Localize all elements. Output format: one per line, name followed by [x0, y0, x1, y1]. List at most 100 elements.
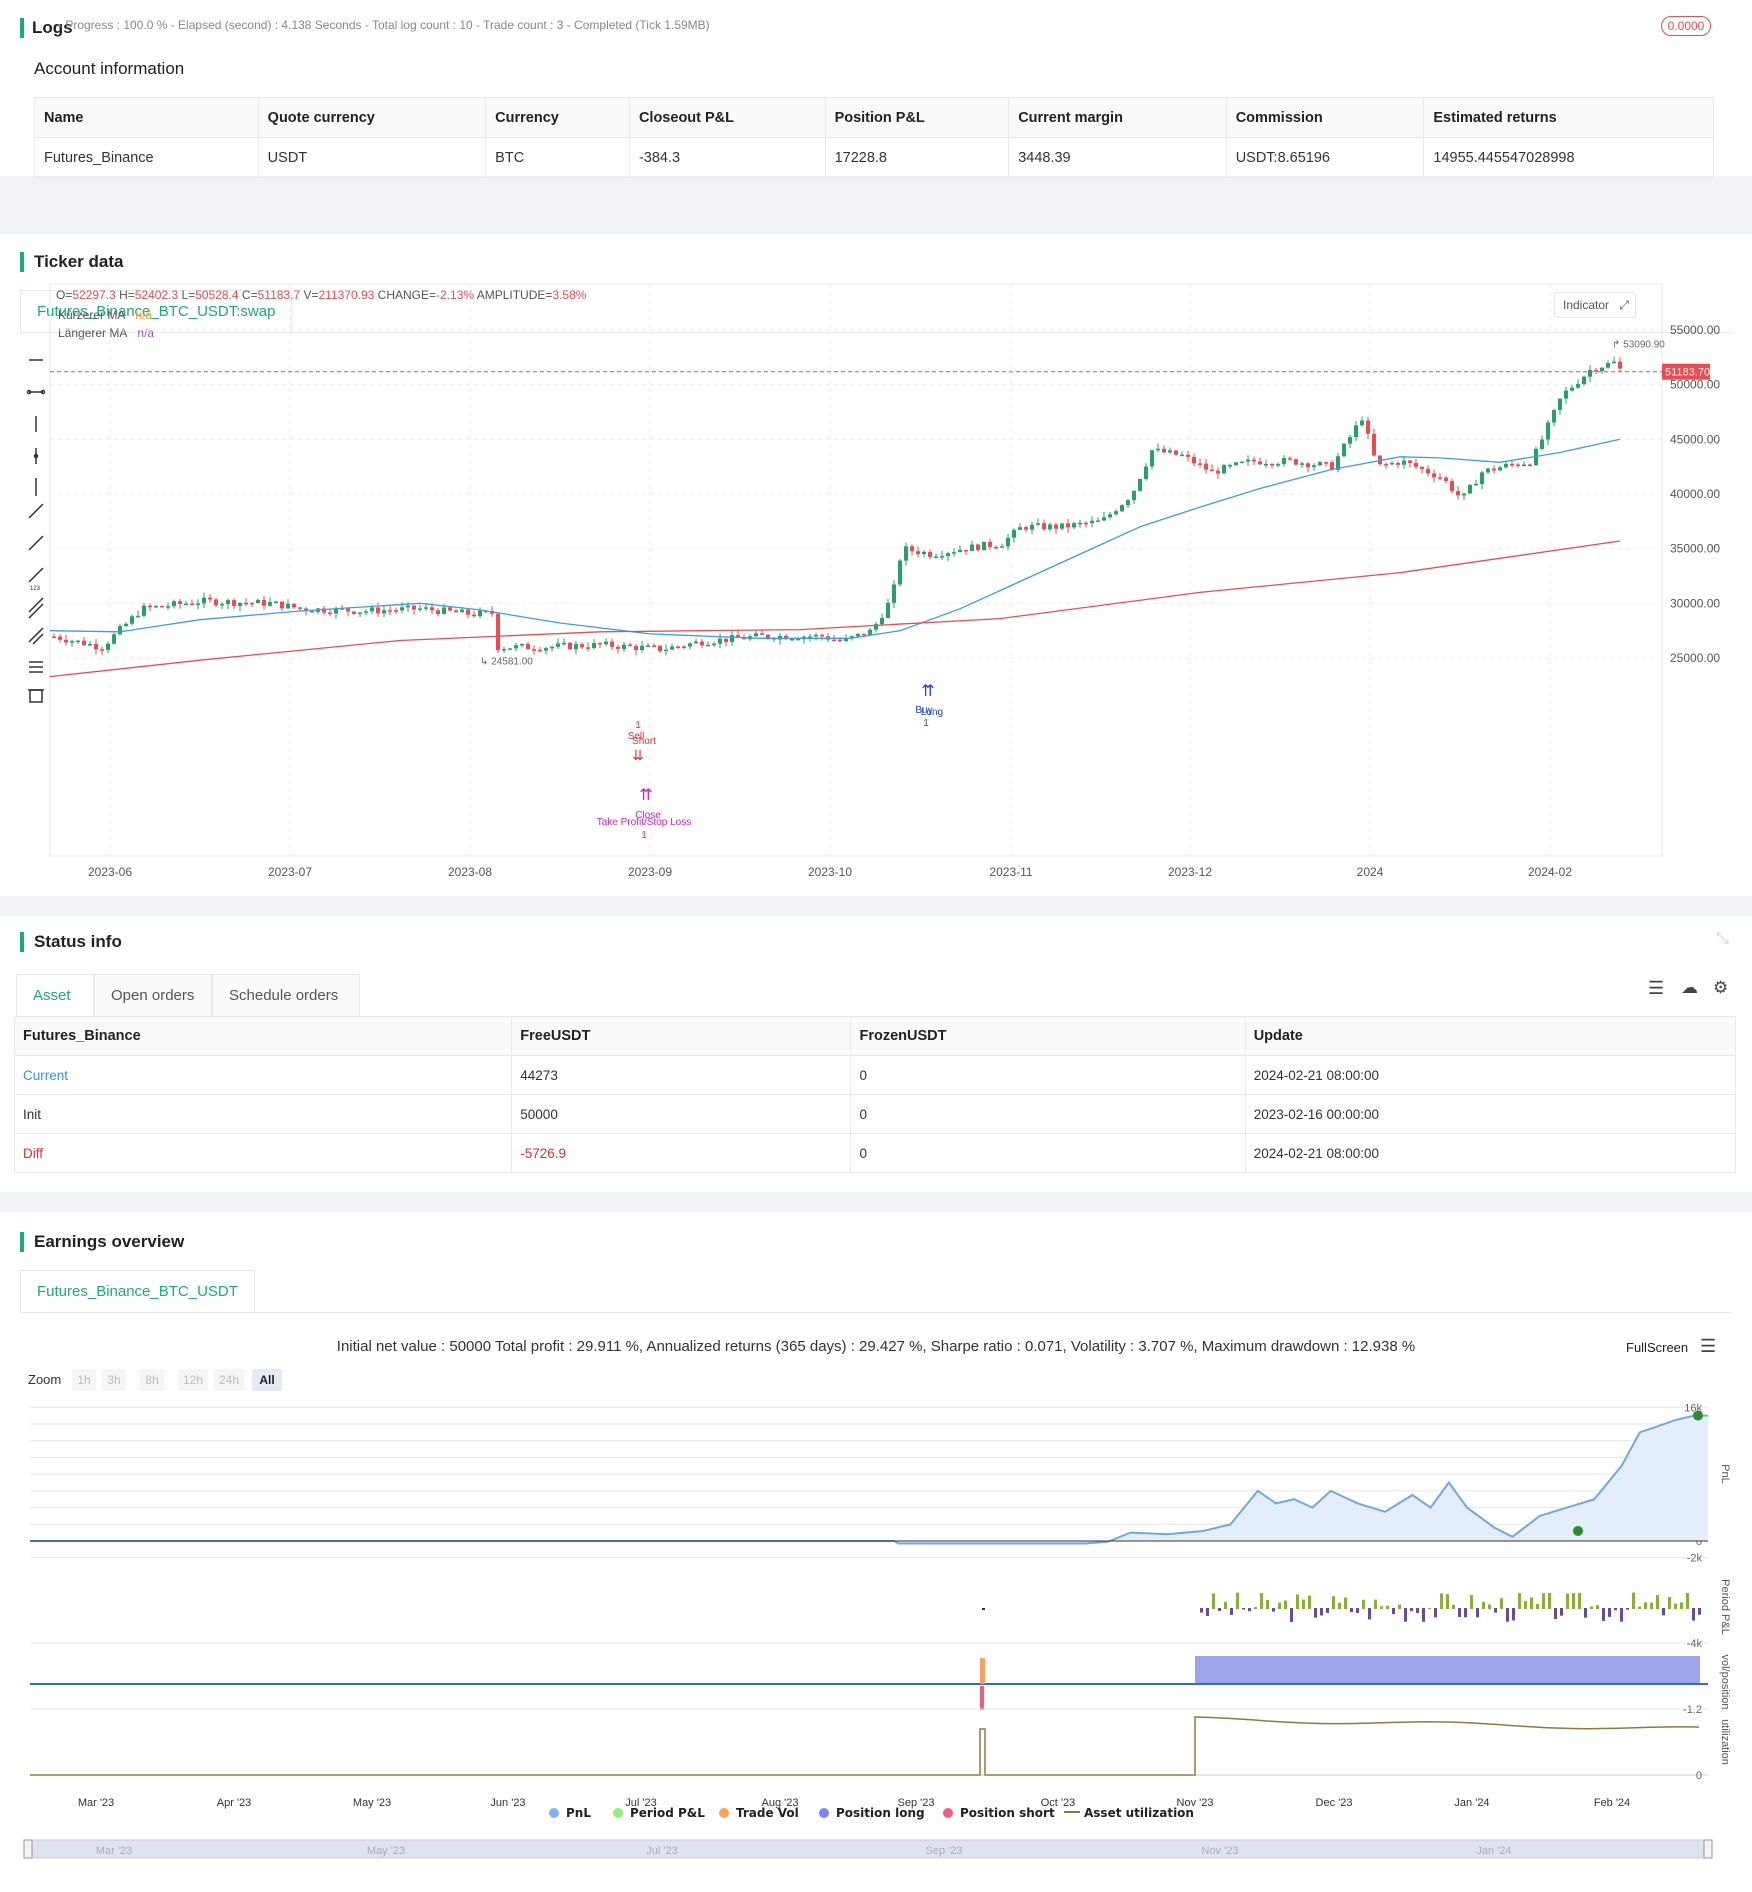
period-bar: [1458, 1608, 1461, 1618]
candle-body: [574, 644, 578, 650]
indicator-button[interactable]: Indicator ⤢: [1554, 292, 1636, 318]
candle-body: [1066, 523, 1070, 528]
account-header-row: Name Quote currency Currency Closeout P&L Po…: [34, 97, 1714, 138]
asset-cell: 2024-02-21 08:00:00: [1244, 1133, 1737, 1173]
candlestick-chart[interactable]: 55000.00 50000.00 45000.00 40000.00 35000.00…: [0, 234, 1752, 896]
asset-cell: Current: [13, 1055, 513, 1095]
legend-item[interactable]: Trade Vol: [736, 1806, 799, 1820]
legend-item[interactable]: Position long: [836, 1806, 925, 1820]
candle-body: [898, 560, 902, 585]
legend-item[interactable]: Period P&L: [630, 1806, 705, 1820]
candle-body: [1462, 493, 1466, 496]
status-title: Status info: [20, 932, 122, 952]
gear-icon[interactable]: ⚙: [1713, 978, 1728, 998]
period-bar: [1632, 1592, 1635, 1609]
period-bar: [1380, 1606, 1383, 1609]
change-label: CHANGE=: [377, 288, 437, 302]
candle-body: [1426, 468, 1430, 474]
account-cell-7: 14955.445547028998: [1423, 137, 1714, 178]
expand-icon[interactable]: ⤢: [1619, 293, 1629, 317]
period-bar: [1302, 1599, 1305, 1609]
period-bar: [1362, 1599, 1365, 1609]
candle-body: [646, 645, 650, 647]
candle-body: [1192, 456, 1196, 464]
candle-body: [1414, 463, 1418, 467]
tab-asset[interactable]: Asset: [16, 974, 94, 1016]
sell-count: 1: [635, 720, 641, 731]
account-cell-5: 3448.39: [1008, 137, 1227, 178]
candle-body: [670, 646, 674, 650]
candle-body: [958, 549, 962, 553]
period-bar: [1218, 1608, 1221, 1611]
account-cell-3: -384.3: [628, 137, 826, 178]
period-bar: [1272, 1608, 1275, 1612]
x-tick-label: May '23: [353, 1797, 391, 1809]
close-icon[interactable]: ⤡: [1716, 930, 1729, 948]
o-label: O=: [56, 288, 73, 302]
candle-body: [1378, 455, 1382, 465]
period-bar: [1494, 1608, 1497, 1613]
period-bar: [1428, 1607, 1431, 1609]
list-icon[interactable]: ☰: [1648, 978, 1664, 999]
axis-title: vol/position: [1719, 1654, 1731, 1709]
candle-body: [640, 645, 644, 651]
candle-body: [316, 608, 320, 612]
period-bar: [1602, 1608, 1605, 1621]
asset-cell: Diff: [13, 1133, 513, 1173]
asset-cell: 2023-02-16 00:00:00: [1244, 1094, 1737, 1134]
candle-body: [406, 605, 410, 608]
legend-item[interactable]: PnL: [566, 1806, 591, 1820]
l-label: L=: [181, 288, 196, 302]
candle-body: [58, 636, 62, 640]
v-value: 211370.93: [318, 288, 375, 302]
candle-body: [1258, 461, 1262, 465]
candle-body: [196, 603, 200, 605]
candle-body: [232, 600, 236, 606]
account-cell-4: 17228.8: [824, 137, 1010, 178]
zoom-button[interactable]: 8h: [145, 1373, 158, 1387]
candle-body: [412, 605, 416, 610]
period-bar: [1260, 1592, 1263, 1609]
candle-body: [1006, 537, 1010, 547]
candle-body: [1600, 367, 1604, 372]
zoom-button[interactable]: 1h: [77, 1373, 90, 1387]
tab-open-orders[interactable]: Open orders: [94, 974, 212, 1016]
candle-body: [952, 552, 956, 554]
zoom-button[interactable]: All: [259, 1373, 274, 1387]
candle-body: [790, 638, 794, 641]
tpsl-label: Take Profit/Stop Loss: [597, 817, 692, 828]
x-tick-label: Mar '23: [78, 1797, 114, 1809]
account-title: Account information: [34, 59, 185, 78]
earnings-chart[interactable]: Zoom1h3h8h12h24hAll16k14k12k10k8k6k4k2k0…: [0, 1212, 1752, 1892]
drawing-tools[interactable]: 123: [26, 352, 46, 1012]
x-tick-label: 2023-08: [448, 865, 492, 879]
navigator-tick: May '23: [367, 1845, 405, 1857]
legend-item[interactable]: Asset utilization: [1084, 1806, 1194, 1820]
pnl-tick: -2k: [1687, 1553, 1703, 1565]
tab-schedule-orders[interactable]: Schedule orders: [212, 974, 360, 1016]
period-bar: [1584, 1608, 1587, 1618]
candle-body: [430, 607, 434, 611]
candle-body: [52, 636, 56, 639]
candle-body: [1012, 529, 1016, 538]
period-bar: [1560, 1608, 1563, 1616]
period-bar: [1662, 1608, 1665, 1616]
axis-title: Period P&L: [1719, 1579, 1731, 1635]
zoom-button[interactable]: 24h: [219, 1373, 239, 1387]
candle-body: [880, 617, 884, 625]
candle-body: [1510, 463, 1514, 466]
period-bar: [1284, 1600, 1287, 1609]
zoom-button[interactable]: 3h: [107, 1373, 120, 1387]
zoom-label: Zoom: [28, 1372, 61, 1387]
candle-body: [610, 641, 614, 647]
l-value: 50528.4: [195, 288, 239, 302]
cloud-icon[interactable]: ☁: [1681, 978, 1698, 998]
x-tick-label: 2023-11: [989, 865, 1032, 879]
candle-body: [352, 611, 356, 614]
candle-body: [1120, 505, 1124, 512]
legend-item[interactable]: Position short: [960, 1806, 1055, 1820]
zoom-button[interactable]: 12h: [183, 1373, 203, 1387]
candle-body: [478, 610, 482, 617]
logs-badge[interactable]: 0.0000: [1661, 16, 1711, 36]
period-bar: [1536, 1603, 1539, 1609]
